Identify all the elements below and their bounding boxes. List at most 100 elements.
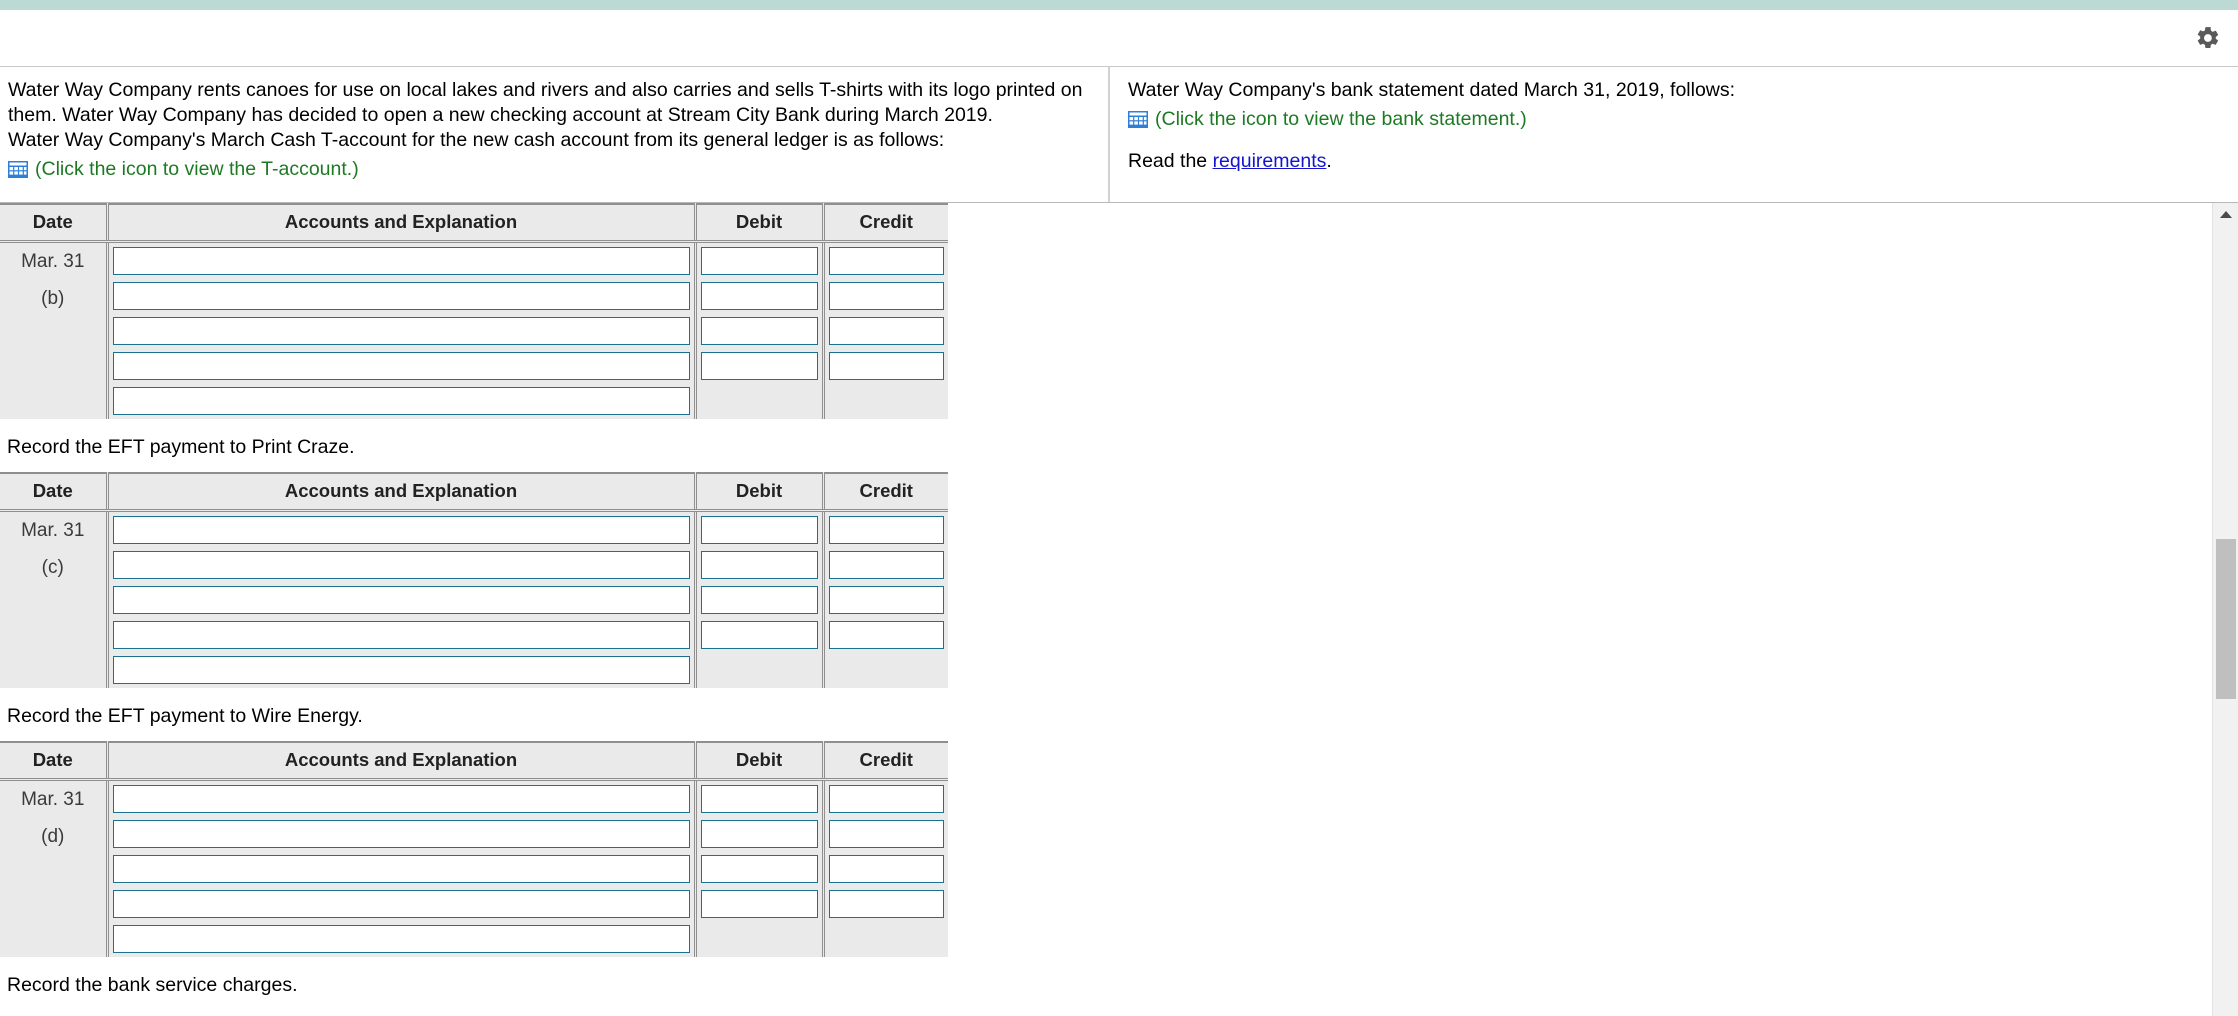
debit-input[interactable] xyxy=(700,586,818,614)
vertical-scrollbar[interactable] xyxy=(2212,203,2238,1016)
credit-cell xyxy=(821,851,948,886)
journal-row xyxy=(0,816,948,851)
accounts-cell xyxy=(105,779,695,816)
credit-input[interactable] xyxy=(828,621,944,649)
debit-input[interactable] xyxy=(700,785,818,813)
accounts-input[interactable] xyxy=(112,656,690,684)
cell-wrapper xyxy=(697,547,822,582)
credit-input[interactable] xyxy=(828,551,944,579)
table-grid-icon[interactable] xyxy=(1128,110,1148,128)
debit-input[interactable] xyxy=(700,890,818,918)
accounts-input[interactable] xyxy=(112,621,690,649)
date-cell: Mar. 31 (c) xyxy=(0,510,107,688)
accounts-input[interactable] xyxy=(112,551,690,579)
accounts-input[interactable] xyxy=(112,317,690,345)
credit-input[interactable] xyxy=(828,855,944,883)
date-primary: Mar. 31 xyxy=(21,520,85,541)
date-primary: Mar. 31 xyxy=(21,251,85,272)
debit-input[interactable] xyxy=(700,317,818,345)
journal-row: Mar. 31 (b) xyxy=(0,241,948,419)
debit-cell xyxy=(693,383,823,419)
accounts-input[interactable] xyxy=(112,855,690,883)
accounts-cell xyxy=(105,886,695,921)
read-prefix-text: Read the xyxy=(1128,150,1213,172)
credit-cell xyxy=(821,510,948,547)
column-header-debit: Debit xyxy=(693,203,823,243)
accounts-cell xyxy=(105,921,695,957)
accounts-input[interactable] xyxy=(112,352,690,380)
debit-input[interactable] xyxy=(700,352,818,380)
accounts-input[interactable] xyxy=(112,387,690,415)
cell-wrapper xyxy=(825,348,949,383)
debit-input[interactable] xyxy=(700,855,818,883)
credit-input[interactable] xyxy=(828,247,944,275)
journal-row xyxy=(0,617,948,652)
accounts-input[interactable] xyxy=(112,282,690,310)
cell-wrapper xyxy=(109,243,694,278)
date-reference-label: (d) xyxy=(41,826,65,847)
accounts-input[interactable] xyxy=(112,247,690,275)
accounts-input[interactable] xyxy=(112,586,690,614)
settings-gear-button[interactable] xyxy=(2188,18,2228,58)
credit-cell xyxy=(821,779,948,816)
bank-statement-link-row: (Click the icon to view the bank stateme… xyxy=(1128,108,2224,130)
debit-cell xyxy=(693,582,823,617)
debit-cell xyxy=(693,652,823,688)
cell-wrapper xyxy=(109,512,694,547)
table-grid-icon[interactable] xyxy=(8,160,28,178)
cell-wrapper xyxy=(825,582,949,617)
debit-input[interactable] xyxy=(700,247,818,275)
t-account-link-row: (Click the icon to view the T-account.) xyxy=(8,158,1094,180)
debit-input[interactable] xyxy=(700,551,818,579)
accounts-cell xyxy=(105,652,695,688)
journal-table-entry-d: Date Accounts and Explanation Debit Credit M… xyxy=(0,741,948,957)
journal-row xyxy=(0,278,948,313)
view-t-account-link[interactable]: (Click the icon to view the T-account.) xyxy=(35,158,359,180)
date-cell: Mar. 31 (d) xyxy=(0,779,107,957)
cell-wrapper xyxy=(825,816,949,851)
credit-input[interactable] xyxy=(828,586,944,614)
debit-input[interactable] xyxy=(700,820,818,848)
credit-input[interactable] xyxy=(828,516,944,544)
credit-input[interactable] xyxy=(828,352,944,380)
credit-input[interactable] xyxy=(828,890,944,918)
journal-row xyxy=(0,582,948,617)
accounts-input[interactable] xyxy=(112,516,690,544)
credit-cell xyxy=(821,313,948,348)
debit-input[interactable] xyxy=(700,282,818,310)
journal-row xyxy=(0,851,948,886)
view-bank-statement-link[interactable]: (Click the icon to view the bank stateme… xyxy=(1155,108,1527,130)
accounts-input[interactable] xyxy=(112,785,690,813)
accounts-cell xyxy=(105,241,695,278)
date-reference-label: (b) xyxy=(41,288,65,309)
cell-wrapper xyxy=(825,547,949,582)
date-cell: Mar. 31 (b) xyxy=(0,241,107,419)
statement-left-line-2: them. Water Way Company has decided to o… xyxy=(8,104,993,126)
accounts-input[interactable] xyxy=(112,890,690,918)
accounts-input[interactable] xyxy=(112,820,690,848)
cell-wrapper xyxy=(109,547,694,582)
credit-input[interactable] xyxy=(828,820,944,848)
credit-input[interactable] xyxy=(828,317,944,345)
requirements-link[interactable]: requirements xyxy=(1213,150,1327,172)
vertical-scroll-thumb[interactable] xyxy=(2216,539,2236,699)
cell-wrapper xyxy=(697,816,822,851)
cell-wrapper xyxy=(697,278,822,313)
statement-right-line-1: Water Way Company's bank statement dated… xyxy=(1128,79,1736,101)
date-reference-label: (c) xyxy=(41,557,64,578)
column-header-date: Date xyxy=(0,472,107,512)
debit-input[interactable] xyxy=(700,516,818,544)
accounts-input[interactable] xyxy=(112,925,690,953)
cell-wrapper xyxy=(825,921,949,957)
scroll-up-button[interactable] xyxy=(2213,203,2238,225)
credit-input[interactable] xyxy=(828,785,944,813)
debit-input[interactable] xyxy=(700,621,818,649)
debit-cell xyxy=(693,886,823,921)
accounts-cell xyxy=(105,851,695,886)
problem-statement: Water Way Company rents canoes for use o… xyxy=(0,67,2238,203)
credit-cell xyxy=(821,582,949,617)
entry-instruction-entry-d: Record the bank service charges. xyxy=(7,974,298,996)
journal-row xyxy=(0,652,948,688)
debit-cell xyxy=(693,779,823,816)
credit-input[interactable] xyxy=(828,282,944,310)
